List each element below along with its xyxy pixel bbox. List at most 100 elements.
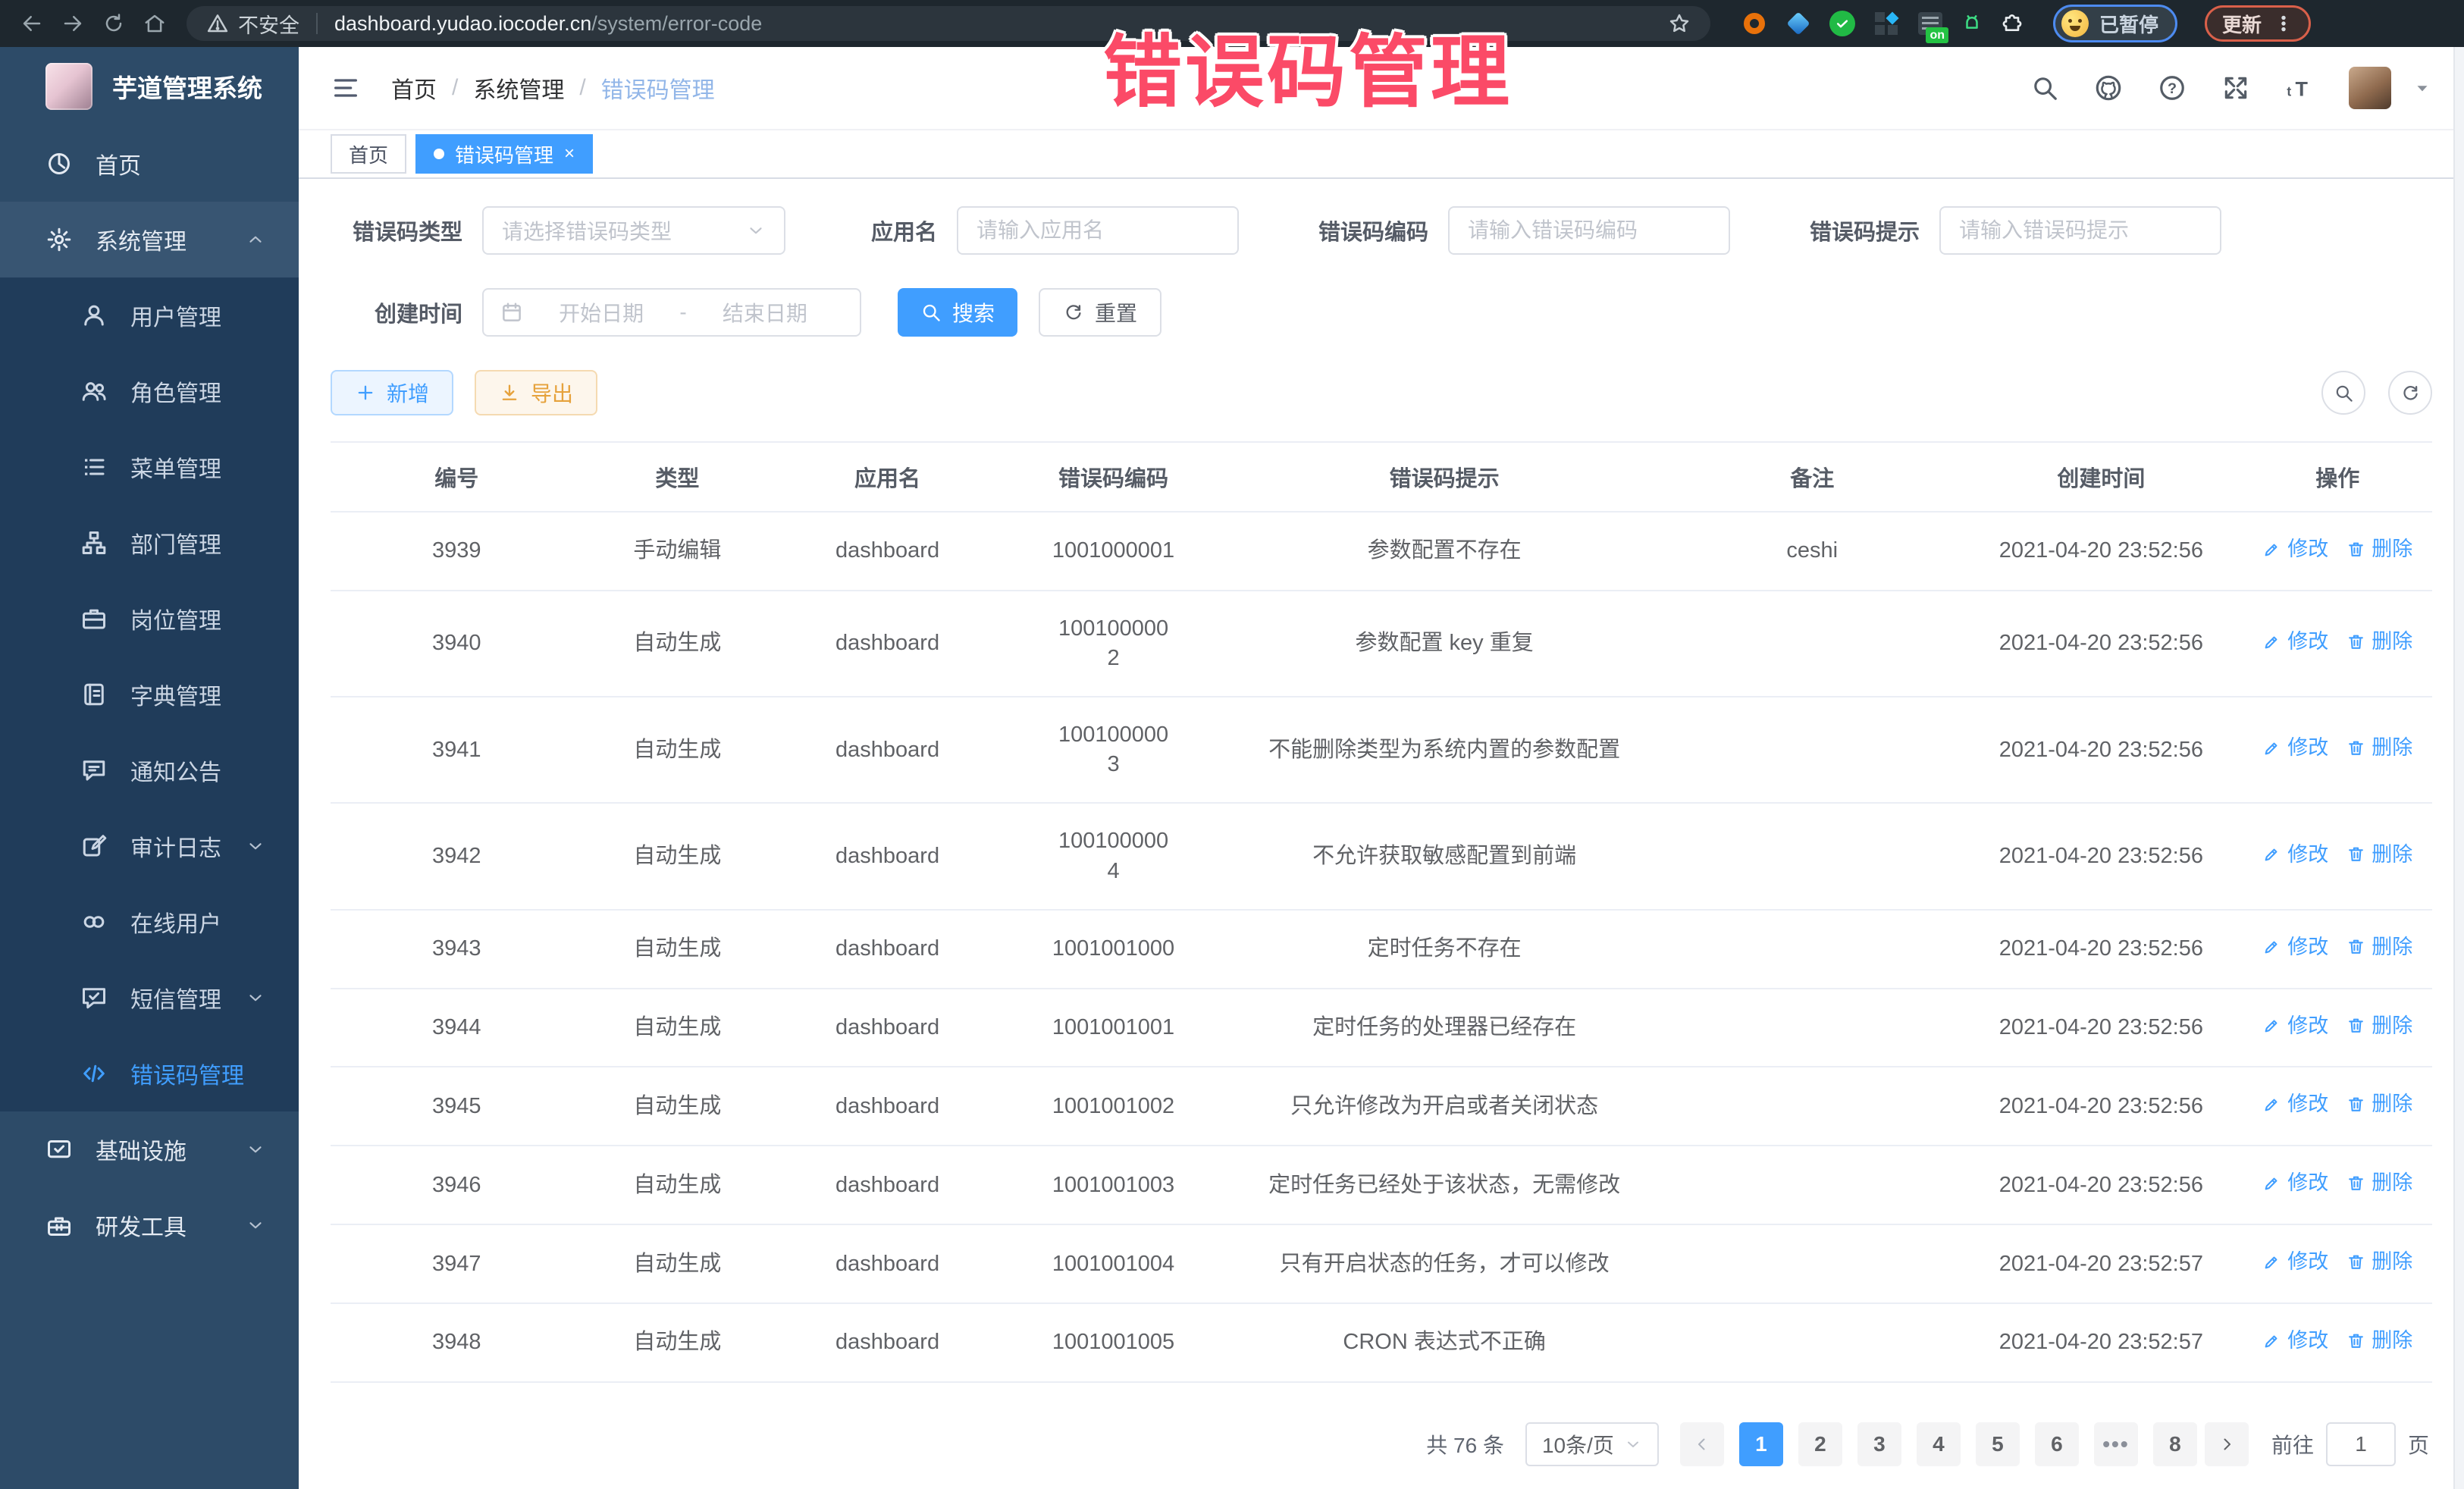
table-row: 3940自动生成dashboard100100000 2参数配置 key 重复2… <box>331 591 2432 697</box>
security-label[interactable]: 不安全 <box>238 9 299 39</box>
delete-link[interactable]: 删除 <box>2346 933 2412 961</box>
reset-button[interactable]: 重置 <box>1039 288 1161 337</box>
next-page-button[interactable] <box>2205 1422 2249 1466</box>
tab-home[interactable]: 首页 <box>331 134 406 174</box>
show-search-toggle-button[interactable] <box>2321 371 2365 415</box>
add-button[interactable]: 新增 <box>331 370 453 415</box>
page-number-button[interactable]: 2 <box>1798 1422 1842 1466</box>
delete-link[interactable]: 删除 <box>2346 1012 2412 1039</box>
error-code-input[interactable] <box>1448 206 1730 255</box>
delete-link[interactable]: 删除 <box>2346 734 2412 761</box>
github-icon[interactable] <box>2094 74 2123 102</box>
breadcrumb-item[interactable]: 系统管理 <box>473 71 564 105</box>
create-time-range-picker[interactable]: 开始日期 - 结束日期 <box>482 288 861 337</box>
sidebar-item[interactable]: 菜单管理 <box>0 429 299 505</box>
sidebar-item[interactable]: 字典管理 <box>0 657 299 732</box>
sidebar-item[interactable]: 通知公告 <box>0 732 299 808</box>
breadcrumb-item[interactable]: 首页 <box>391 71 437 105</box>
delete-link[interactable]: 删除 <box>2346 841 2412 868</box>
pagination: 共 76 条 10条/页 123456•••8 前往 页 <box>331 1383 2432 1466</box>
sidebar-item[interactable]: 角色管理 <box>0 353 299 429</box>
forward-arrow-icon[interactable] <box>58 8 88 39</box>
sidebar-item[interactable]: 系统管理 <box>0 202 299 277</box>
delete-icon <box>2346 632 2365 651</box>
edit-link[interactable]: 修改 <box>2262 1090 2328 1118</box>
sidebar-item[interactable]: 首页 <box>0 126 299 202</box>
delete-link[interactable]: 删除 <box>2346 1248 2412 1275</box>
extension-icon[interactable] <box>1873 10 1900 37</box>
app-name-input[interactable] <box>957 206 1239 255</box>
caret-down-icon[interactable] <box>2412 78 2432 98</box>
font-size-icon[interactable]: tT <box>2285 74 2314 102</box>
delete-link[interactable]: 删除 <box>2346 1169 2412 1196</box>
edit-link[interactable]: 修改 <box>2262 933 2328 961</box>
extension-icon[interactable] <box>1741 10 1768 37</box>
sidebar-item[interactable]: 错误码管理 <box>0 1036 299 1111</box>
fullscreen-icon[interactable] <box>2221 74 2250 102</box>
app-logo[interactable]: 芋道管理系统 <box>0 47 299 126</box>
export-button[interactable]: 导出 <box>475 370 597 415</box>
edit-link[interactable]: 修改 <box>2262 1327 2328 1354</box>
vue-devtools-extension-icon[interactable] <box>1829 10 1856 37</box>
address-bar[interactable]: 不安全 dashboard.yudao.iocoder.cn /system/e… <box>187 6 1710 41</box>
delete-link[interactable]: 删除 <box>2346 1090 2412 1118</box>
delete-icon <box>2346 738 2365 757</box>
chevron-down-icon <box>246 988 265 1008</box>
goto-page-input[interactable] <box>2326 1422 2396 1466</box>
page-number-button[interactable]: 6 <box>2035 1422 2079 1466</box>
prev-page-button[interactable] <box>1680 1422 1724 1466</box>
browser-profile-chip[interactable]: 已暂停 <box>2053 5 2177 42</box>
error-hint-input[interactable] <box>1939 206 2221 255</box>
page-number-button[interactable]: 1 <box>1739 1422 1783 1466</box>
user-avatar[interactable] <box>2349 67 2391 109</box>
sidebar-item[interactable]: 基础设施 <box>0 1111 299 1187</box>
page-number-button[interactable]: 5 <box>1976 1422 2020 1466</box>
sidebar-item[interactable]: 岗位管理 <box>0 581 299 657</box>
bookmark-star-icon[interactable] <box>1668 12 1691 35</box>
sidebar-item[interactable]: 部门管理 <box>0 505 299 581</box>
sidebar-item[interactable]: 用户管理 <box>0 277 299 353</box>
refresh-icon <box>1063 302 1084 323</box>
edit-link[interactable]: 修改 <box>2262 535 2328 563</box>
help-icon[interactable]: ? <box>2158 74 2187 102</box>
tab-error-code[interactable]: 错误码管理 × <box>415 134 593 174</box>
edit-link[interactable]: 修改 <box>2262 628 2328 655</box>
menu-fold-icon[interactable] <box>331 73 361 103</box>
edit-link[interactable]: 修改 <box>2262 841 2328 868</box>
page-ellipsis-button[interactable]: ••• <box>2094 1422 2138 1466</box>
edit-link[interactable]: 修改 <box>2262 734 2328 761</box>
sidebar-item[interactable]: 在线用户 <box>0 884 299 960</box>
page-number-button[interactable]: 8 <box>2153 1422 2197 1466</box>
extension-icon[interactable] <box>1961 12 1983 35</box>
svg-text:?: ? <box>2168 80 2177 97</box>
page-size-select[interactable]: 10条/页 <box>1525 1422 1659 1466</box>
browser-home-icon[interactable] <box>140 8 170 39</box>
kebab-menu-icon[interactable] <box>2274 14 2293 33</box>
browser-update-button[interactable]: 更新 <box>2205 5 2311 42</box>
extensions-puzzle-icon[interactable] <box>2000 11 2024 36</box>
search-icon[interactable] <box>2030 74 2059 102</box>
edit-link[interactable]: 修改 <box>2262 1169 2328 1196</box>
refresh-table-button[interactable] <box>2388 371 2432 415</box>
delete-link[interactable]: 删除 <box>2346 628 2412 655</box>
back-arrow-icon[interactable] <box>17 8 47 39</box>
search-button[interactable]: 搜索 <box>898 288 1017 337</box>
edit-link[interactable]: 修改 <box>2262 1248 2328 1275</box>
online-user-icon <box>80 908 108 936</box>
error-type-select[interactable]: 请选择错误码类型 <box>482 206 785 255</box>
delete-link[interactable]: 删除 <box>2346 535 2412 563</box>
page-scrollbar[interactable] <box>2453 47 2464 1489</box>
page-number-button[interactable]: 3 <box>1857 1422 1901 1466</box>
extension-icon[interactable] <box>1785 10 1812 37</box>
sidebar-item[interactable]: 审计日志 <box>0 808 299 884</box>
delete-link[interactable]: 删除 <box>2346 1327 2412 1354</box>
extension-icon[interactable]: on <box>1917 10 1944 37</box>
tab-close-icon[interactable]: × <box>564 145 575 163</box>
page-number-button[interactable]: 4 <box>1917 1422 1961 1466</box>
table-body: 3939手动编辑dashboard1001000001参数配置不存在ceshi2… <box>331 512 2432 1382</box>
sidebar-item[interactable]: 短信管理 <box>0 960 299 1036</box>
reload-icon[interactable] <box>99 8 129 39</box>
profile-status-label: 已暂停 <box>2099 10 2158 38</box>
sidebar-item[interactable]: 研发工具 <box>0 1187 299 1263</box>
edit-link[interactable]: 修改 <box>2262 1012 2328 1039</box>
